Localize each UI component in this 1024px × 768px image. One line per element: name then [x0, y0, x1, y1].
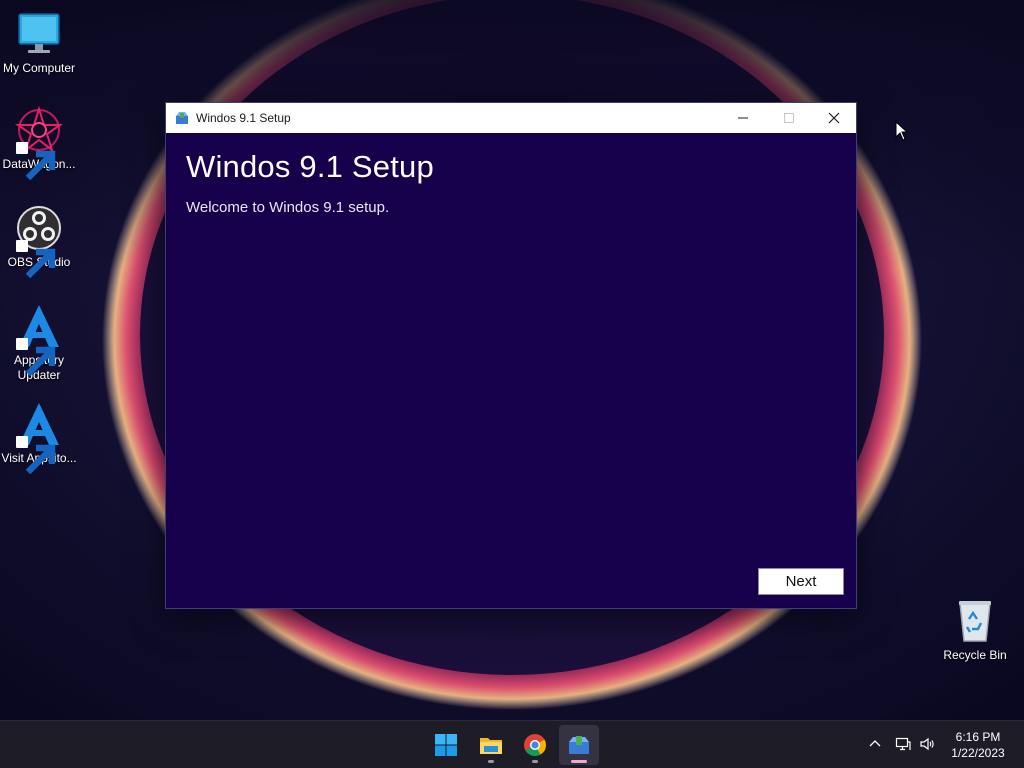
appsitory-logo-icon — [15, 302, 63, 377]
desktop-icon-appsitory-updater[interactable]: Appsitory Updater — [1, 302, 77, 383]
mouse-pointer-icon — [895, 121, 909, 141]
show-hidden-icons-button[interactable] — [867, 736, 883, 752]
running-indicator — [488, 760, 494, 763]
desktop-icon-obs-studio[interactable]: OBS Studio — [1, 204, 77, 279]
datawagon-logo-icon — [15, 106, 63, 181]
setup-heading: Windos 9.1 Setup — [186, 149, 434, 184]
desktop-icon-recycle-bin[interactable]: Recycle Bin — [937, 597, 1013, 663]
close-button[interactable] — [811, 103, 857, 133]
shortcut-arrow-icon — [16, 436, 56, 475]
monitor-icon — [15, 10, 63, 58]
close-icon — [828, 112, 840, 124]
chevron-up-icon — [869, 740, 881, 747]
appsitory-logo-icon — [15, 400, 63, 475]
recycle-bin-icon — [951, 597, 999, 645]
shortcut-arrow-icon — [16, 338, 56, 377]
desktop-icon-datawagon[interactable]: DataWagon... — [1, 106, 77, 181]
network-button[interactable] — [895, 736, 911, 752]
desktop-icon-visit-appsitory[interactable]: Visit Appsito... — [1, 400, 77, 475]
taskbar-chrome[interactable] — [515, 725, 555, 765]
welcome-text: Welcome to Windos 9.1 setup. — [186, 199, 390, 216]
desktop-icon-my-computer[interactable]: My Computer — [1, 10, 77, 76]
clock-date: 1/22/2023 — [951, 746, 1005, 760]
active-indicator — [571, 760, 587, 763]
minimize-button[interactable] — [720, 103, 766, 133]
volume-button[interactable] — [919, 736, 935, 752]
start-button[interactable] — [426, 725, 466, 765]
running-indicator — [532, 760, 538, 763]
folder-icon — [480, 738, 502, 754]
taskbar-setup-app[interactable] — [559, 725, 599, 765]
window-title: Windos 9.1 Setup — [196, 111, 291, 125]
maximize-button[interactable] — [766, 103, 812, 133]
network-icon — [895, 737, 911, 751]
minimize-icon — [738, 117, 748, 119]
taskbar: 6:16 PM 1/22/2023 — [0, 720, 1024, 768]
desktop-icon-label: Recycle Bin — [943, 648, 1007, 662]
taskbar-file-explorer[interactable] — [471, 725, 511, 765]
setup-window: Windos 9.1 Setup Windos 9.1 Setup Welcom… — [165, 102, 857, 609]
setup-app-icon — [175, 111, 189, 125]
windows-logo-icon — [435, 734, 457, 756]
taskbar-clock[interactable]: 6:16 PM 1/22/2023 — [940, 729, 1016, 761]
setup-app-icon — [569, 736, 589, 754]
shortcut-arrow-icon — [16, 240, 56, 279]
volume-icon — [920, 737, 934, 751]
obs-logo-icon — [15, 204, 63, 279]
maximize-icon — [784, 113, 794, 123]
next-button[interactable]: Next — [758, 568, 844, 595]
chrome-icon — [524, 734, 546, 756]
clock-time: 6:16 PM — [955, 730, 1001, 744]
desktop-icon-label: My Computer — [2, 61, 76, 75]
shortcut-arrow-icon — [16, 142, 56, 181]
window-titlebar[interactable]: Windos 9.1 Setup — [166, 103, 856, 133]
